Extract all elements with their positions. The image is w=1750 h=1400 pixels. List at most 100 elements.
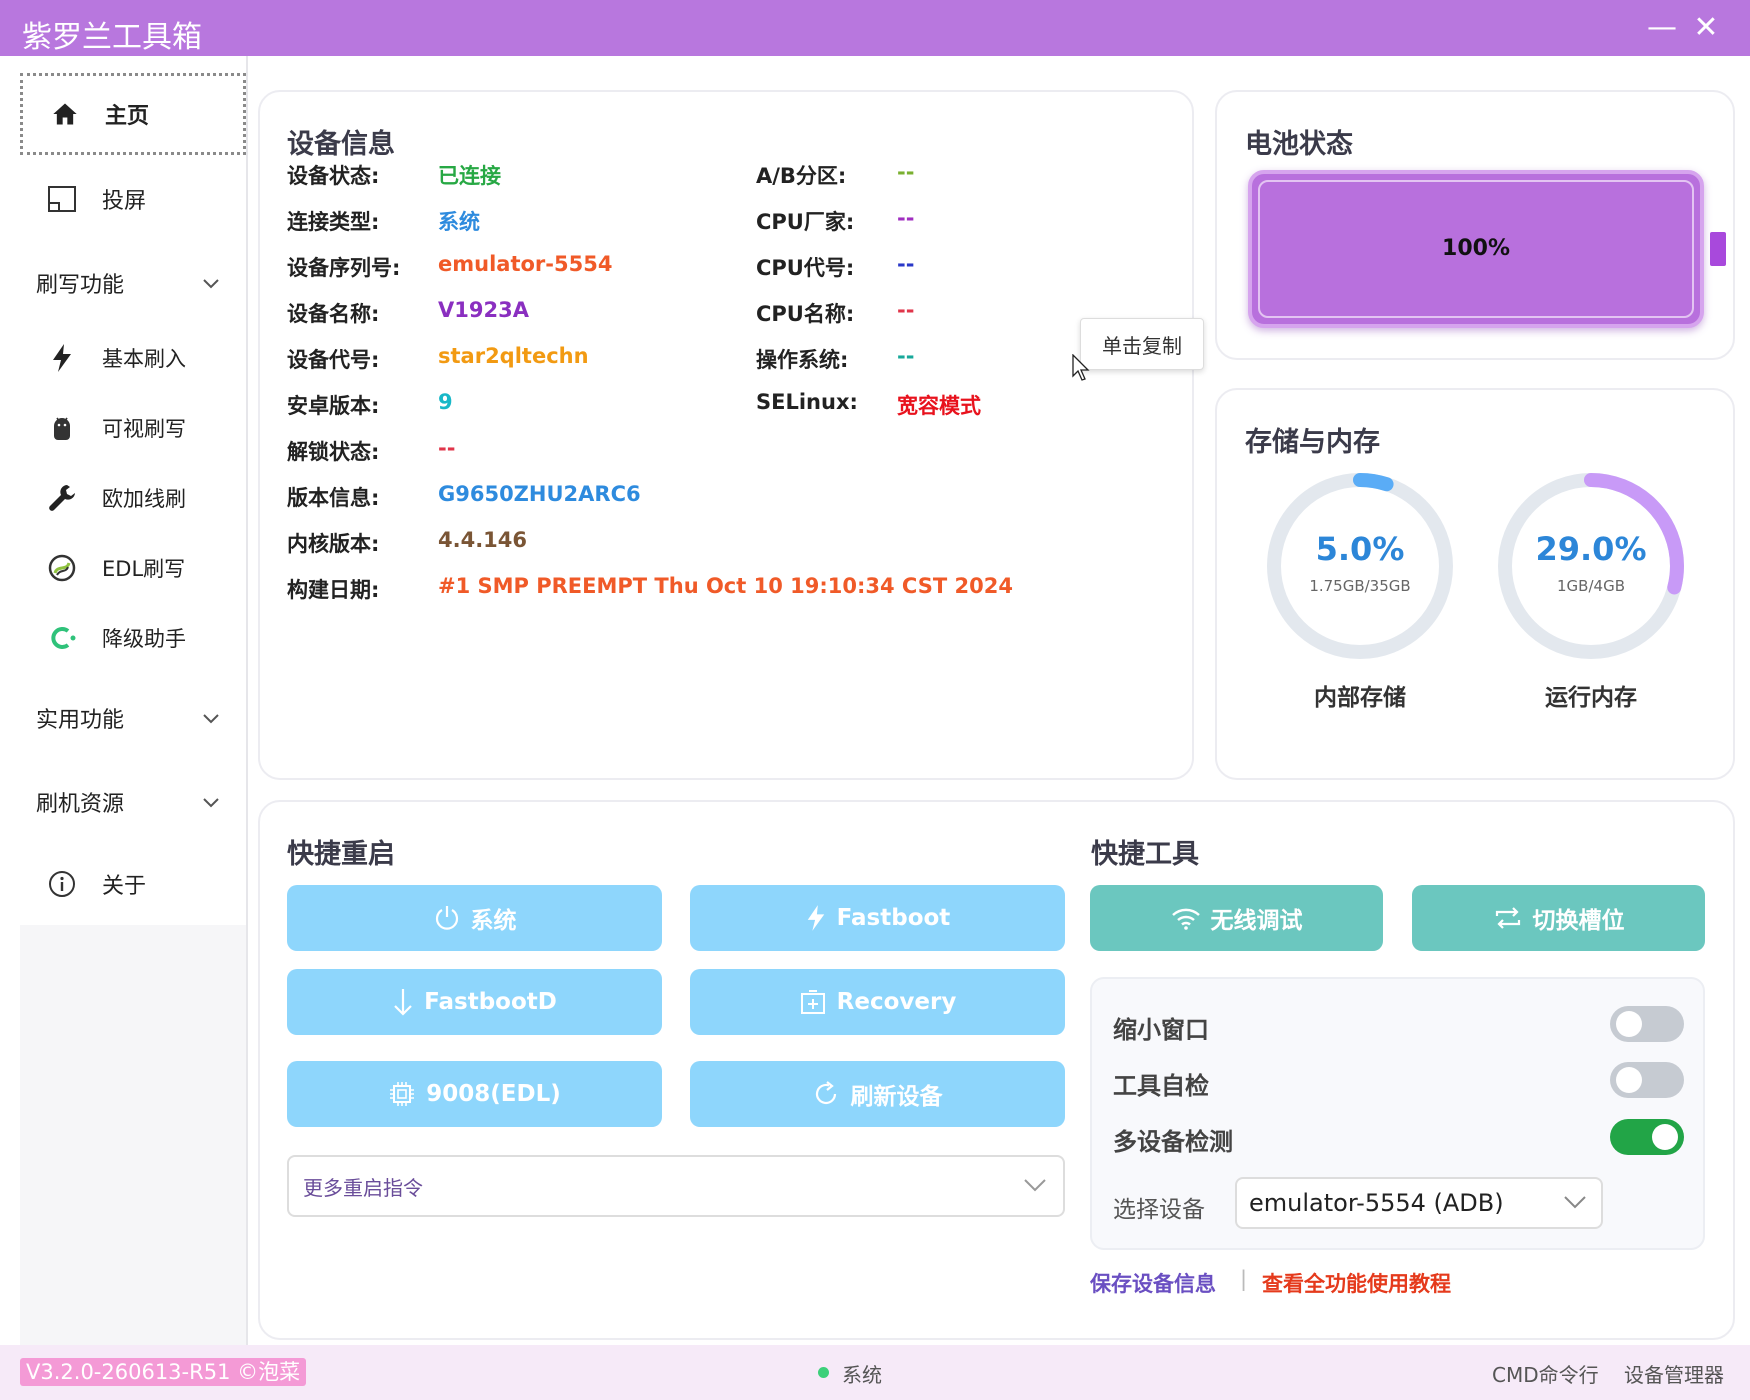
connection-mode: 系统 — [842, 1363, 882, 1387]
wifi-icon — [1171, 906, 1201, 930]
toggle-knob — [1652, 1124, 1678, 1150]
minimize-button[interactable]: — — [1642, 8, 1682, 48]
reboot-fastbootd-button[interactable]: FastbootD — [287, 969, 662, 1035]
save-device-info-link[interactable]: 保存设备信息 — [1090, 1268, 1216, 1298]
more-reboot-placeholder: 更多重启指令 — [303, 1175, 423, 1200]
reboot-recovery-button[interactable]: Recovery — [690, 969, 1065, 1035]
sub-item-visual-flash[interactable]: 可视刷写 — [20, 396, 246, 460]
cmd-link[interactable]: CMD命令行 — [1492, 1359, 1599, 1388]
toggle-knob — [1616, 1067, 1642, 1093]
sub-label-oplus-flash: 欧加线刷 — [102, 487, 186, 511]
sub-label-edl-flash: EDL刷写 — [102, 557, 186, 581]
info-icon — [32, 870, 92, 898]
close-button[interactable]: ✕ — [1686, 8, 1726, 48]
device-select[interactable]: emulator-5554 (ADB) — [1235, 1177, 1603, 1229]
battery-title: 电池状态 — [1245, 129, 1353, 160]
refresh-device-button[interactable]: 刷新设备 — [690, 1061, 1065, 1127]
device-info-card: 设备信息 设备状态: 已连接 连接类型: 系统 设备序列号: emulator-5554 设… — [258, 90, 1194, 780]
title-bar: 紫罗兰工具箱 — ✕ — [0, 0, 1750, 56]
internal-storage-usage: 1.75GB/35GB — [1309, 577, 1411, 595]
reboot-fastboot-button[interactable]: Fastboot — [690, 885, 1065, 951]
ram-percent: 29.0% — [1535, 530, 1647, 568]
info-value[interactable]: -- — [897, 298, 914, 322]
info-value[interactable]: star2qltechn — [438, 344, 589, 368]
device-info-title: 设备信息 — [287, 129, 395, 160]
screen-cast-icon — [32, 185, 92, 213]
info-label: 安卓版本: — [287, 394, 380, 418]
sub-label-downgrade: 降级助手 — [102, 627, 186, 651]
info-value[interactable]: -- — [897, 160, 914, 184]
toggle-knob — [1616, 1011, 1642, 1037]
info-value[interactable]: V1923A — [438, 298, 529, 322]
sub-label-basic-flash: 基本刷入 — [102, 347, 186, 371]
chevron-down-icon — [202, 793, 220, 812]
chip-icon — [388, 1080, 416, 1108]
toggle-label-shrink-window: 缩小窗口 — [1113, 1016, 1209, 1044]
info-label: 操作系统: — [756, 348, 849, 372]
info-value[interactable]: 4.4.146 — [438, 528, 527, 552]
quick-reboot-title: 快捷重启 — [287, 839, 395, 870]
mouse-cursor-icon — [1072, 354, 1090, 381]
internal-storage-percent: 5.0% — [1315, 530, 1405, 568]
sub-item-oplus-flash[interactable]: 欧加线刷 — [20, 466, 246, 530]
nav-item-about[interactable]: 关于 — [20, 843, 246, 925]
refresh-icon — [813, 1080, 841, 1108]
info-value[interactable]: 宽容模式 — [897, 390, 981, 420]
sub-label-visual-flash: 可视刷写 — [102, 417, 186, 441]
app-title: 紫罗兰工具箱 — [22, 20, 202, 55]
wireless-debug-label: 无线调试 — [1210, 908, 1303, 934]
device-select-value: emulator-5554 (ADB) — [1249, 1189, 1504, 1217]
reboot-edl-button[interactable]: 9008(EDL) — [287, 1061, 662, 1127]
info-value[interactable]: -- — [438, 436, 455, 460]
info-value[interactable]: #1 SMP PREEMPT Thu Oct 10 19:10:34 CST 2… — [438, 574, 1013, 598]
info-value[interactable]: 系统 — [438, 206, 480, 236]
tutorial-link[interactable]: 查看全功能使用教程 — [1262, 1268, 1451, 1298]
wrench-icon — [32, 483, 92, 513]
info-label: CPU名称: — [756, 302, 855, 326]
info-value[interactable]: G9650ZHU2ARC6 — [438, 482, 641, 506]
copy-tooltip: 单击复制 — [1080, 318, 1204, 370]
recovery-icon — [799, 988, 827, 1016]
device-manager-link[interactable]: 设备管理器 — [1624, 1359, 1724, 1388]
nav-group-flash[interactable]: 刷写功能 — [20, 253, 246, 313]
info-value[interactable]: emulator-5554 — [438, 252, 612, 276]
swap-icon — [1493, 904, 1523, 932]
switch-slot-button[interactable]: 切换槽位 — [1412, 885, 1705, 951]
info-value[interactable]: 9 — [438, 390, 453, 414]
more-reboot-select[interactable]: 更多重启指令 — [287, 1155, 1065, 1217]
info-label: A/B分区: — [756, 164, 847, 188]
multi-device-toggle[interactable] — [1610, 1119, 1684, 1155]
info-label: 设备代号: — [287, 348, 380, 372]
info-value[interactable]: -- — [897, 206, 914, 230]
info-value[interactable]: 已连接 — [438, 160, 501, 190]
nav-label-screen-cast: 投屏 — [102, 189, 147, 214]
sub-item-edl-flash[interactable]: EDL刷写 — [20, 536, 246, 600]
sub-item-downgrade[interactable]: 降级助手 — [20, 606, 246, 670]
sidebar-menu: 主页 投屏 刷写功能 基本刷入 可视刷写 欧加线刷 EDL刷写 降级助手 实用功… — [20, 70, 246, 925]
info-value[interactable]: -- — [897, 252, 914, 276]
nav-item-home[interactable]: 主页 — [20, 73, 246, 155]
wireless-debug-button[interactable]: 无线调试 — [1090, 885, 1383, 951]
info-value[interactable]: -- — [897, 344, 914, 368]
nav-group-resources[interactable]: 刷机资源 — [20, 772, 246, 832]
reboot-system-button[interactable]: 系统 — [287, 885, 662, 951]
chevron-down-icon — [202, 274, 220, 293]
self-check-toggle[interactable] — [1610, 1062, 1684, 1098]
battery-percent: 100% — [1442, 236, 1510, 261]
chevron-down-icon — [1023, 1177, 1047, 1196]
edl-icon — [32, 553, 92, 583]
sub-item-basic-flash[interactable]: 基本刷入 — [20, 326, 246, 390]
chevron-down-icon — [1563, 1194, 1587, 1213]
info-label: CPU代号: — [756, 256, 855, 280]
nav-group-utilities[interactable]: 实用功能 — [20, 688, 246, 748]
status-bar: V3.2.0-260613-R51 ©泡菜 系统 CMD命令行 设备管理器 — [0, 1345, 1750, 1400]
sidebar: 主页 投屏 刷写功能 基本刷入 可视刷写 欧加线刷 EDL刷写 降级助手 实用功… — [20, 70, 246, 1345]
reboot-recovery-label: Recovery — [836, 989, 957, 1015]
internal-storage-label: 内部存储 — [1314, 685, 1406, 711]
lightning-icon — [805, 903, 827, 933]
shrink-window-toggle[interactable] — [1610, 1006, 1684, 1042]
select-device-label: 选择设备 — [1113, 1197, 1205, 1223]
info-label: 解锁状态: — [287, 440, 380, 464]
nav-item-screen-cast[interactable]: 投屏 — [20, 158, 246, 240]
ram-usage: 1GB/4GB — [1557, 577, 1625, 595]
